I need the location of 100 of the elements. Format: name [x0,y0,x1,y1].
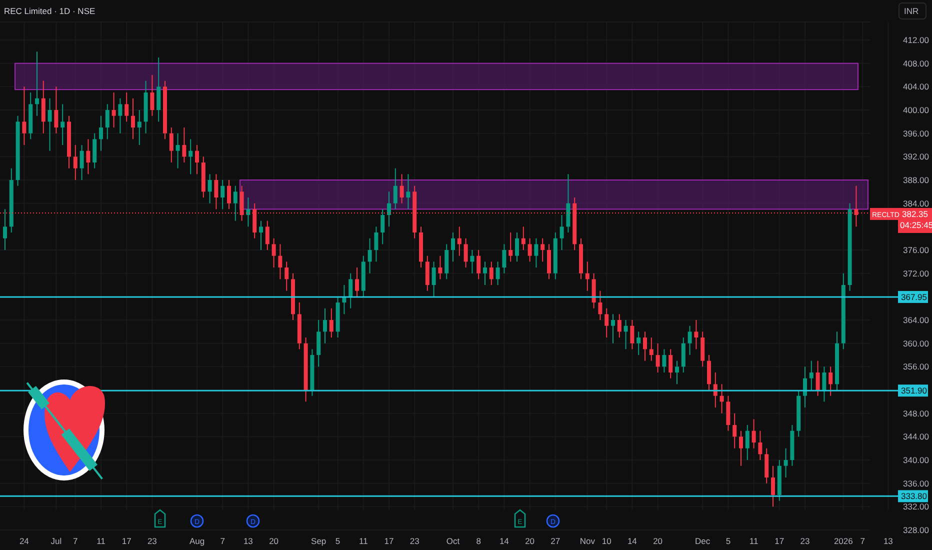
candle [80,144,84,180]
time-axis-label: 23 [147,536,157,546]
candle [246,197,250,228]
candle [220,180,225,210]
candle [131,98,135,140]
time-axis-label: 20 [525,536,535,546]
candle [54,86,58,134]
candle [278,244,282,280]
candle [643,331,647,362]
currency-button[interactable]: INR [898,2,926,20]
candle [713,372,718,408]
candle [752,418,756,449]
candle [777,460,782,502]
candle [86,138,90,175]
time-axis-label: 13 [883,536,893,546]
candle [336,296,340,338]
candle [425,255,430,292]
candle [707,354,711,390]
candle [464,238,468,268]
time-axis-label: 20 [653,536,663,546]
candle [355,267,359,298]
time-axis-label: 17 [122,536,132,546]
time-axis-label: 17 [774,536,784,546]
candle [150,74,154,116]
candle [758,430,762,460]
candle [572,197,577,250]
candle [35,51,39,116]
time-axis-label: 11 [96,536,106,546]
candle [803,366,807,408]
candle [656,342,660,373]
candle [816,360,820,396]
time-axis-label: 27 [550,536,560,546]
price-axis-label: 404.00 [903,82,929,92]
candle [624,320,628,350]
time-axis-label: 10 [602,536,612,546]
chart-title: REC Limited · 1D · NSE [4,6,96,16]
candle [124,92,129,122]
time-axis-label: 11 [749,536,758,546]
candle [41,80,46,134]
candle [67,115,71,169]
time-axis-label: 17 [384,536,394,546]
candle [240,185,244,222]
candle [662,348,666,373]
candle [528,238,532,262]
price-axis-label: 400.00 [903,105,929,115]
price-axis-label: 376.00 [903,245,929,255]
candle [182,127,186,163]
candle [9,168,14,233]
time-axis-label: Jul [50,536,62,546]
candle [592,272,596,309]
candle [489,261,494,286]
candle [764,448,769,484]
candle [604,308,609,338]
candle [28,92,33,140]
candle [470,250,474,274]
candle [732,412,737,449]
candle [636,331,641,356]
candle [201,156,206,198]
candle [329,308,334,338]
price-axis-label: 372.00 [903,268,929,278]
price-axis-label: 356.00 [903,362,929,372]
candle [726,395,730,432]
candle [809,360,814,390]
candle [112,92,116,128]
candle [400,174,404,204]
candle [598,290,602,320]
level-price-label: 333.80 [898,490,928,502]
candle [348,272,353,309]
candle [361,255,366,298]
candle [496,261,500,286]
candle [233,185,238,222]
candle [316,320,321,368]
candle [92,132,97,169]
candle [694,320,698,350]
candle [476,250,481,280]
price-axis-label: 384.00 [903,198,929,208]
candle [483,261,487,286]
candle [22,86,26,146]
candle [380,208,385,245]
candle [822,366,826,402]
candle [374,226,378,262]
time-axis-label: Aug [189,536,205,546]
candle [214,174,218,210]
candle [163,80,167,140]
candle [304,337,308,402]
candle [457,226,462,256]
time-axis-label: 11 [358,536,368,546]
candle [585,261,590,292]
candle [432,261,436,298]
price-axis-label: 412.00 [903,35,929,45]
price-axis-label: 408.00 [903,58,929,68]
candle [547,244,551,280]
candle [412,185,417,239]
candle [227,180,231,210]
candle [265,220,270,250]
price-axis-label: 336.00 [903,478,929,488]
price-axis-label: 388.00 [903,175,929,185]
time-axis-label: 14 [627,536,637,546]
candle [739,430,743,466]
candle [521,226,526,250]
